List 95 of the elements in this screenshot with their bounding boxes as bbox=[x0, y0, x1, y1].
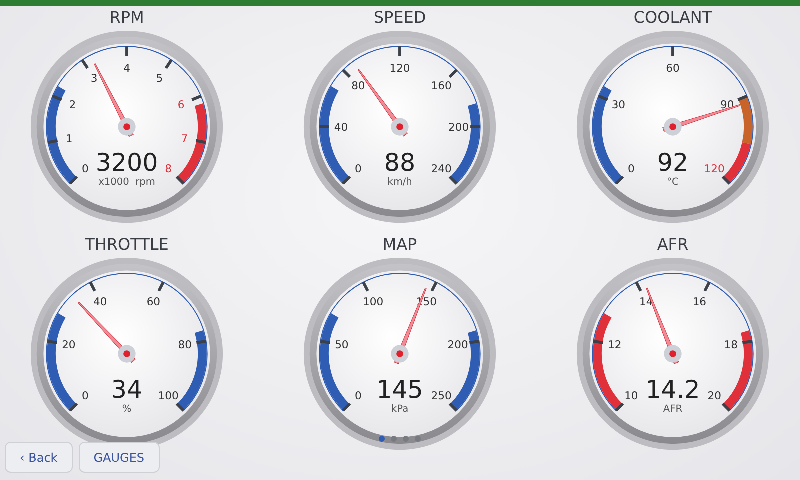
scale-label: 200 bbox=[448, 338, 468, 352]
scale-tick bbox=[48, 139, 58, 144]
gauge-title: THROTTLE bbox=[85, 235, 169, 255]
scale-tick bbox=[158, 282, 165, 292]
gauge-unit: AFR bbox=[663, 404, 683, 415]
scale-tick bbox=[126, 46, 128, 56]
scale-tick bbox=[635, 282, 642, 292]
scale-tick bbox=[398, 46, 402, 56]
scale-label: 16 bbox=[692, 296, 707, 309]
scale-label: 200 bbox=[448, 120, 470, 134]
scale-tick bbox=[52, 94, 62, 102]
gauge-title: AFR bbox=[657, 235, 689, 255]
gauge-value: 34 bbox=[111, 375, 143, 404]
gauge-value: 3200 bbox=[96, 148, 158, 178]
scale-label: 60 bbox=[666, 62, 680, 76]
scale-label: 8 bbox=[165, 162, 172, 176]
scale-tick bbox=[469, 340, 480, 344]
scale-label: 120 bbox=[390, 62, 410, 76]
scale-label: 7 bbox=[181, 132, 188, 146]
scale-tick bbox=[196, 139, 206, 144]
gauge-title: SPEED bbox=[374, 8, 426, 28]
scale-tick bbox=[192, 94, 202, 102]
scale-label: 50 bbox=[335, 338, 349, 352]
scale-label: 60 bbox=[146, 296, 161, 309]
scale-tick bbox=[615, 176, 624, 185]
scale-label: 100 bbox=[158, 390, 179, 402]
scale-label: 6 bbox=[178, 98, 185, 112]
gauge-title: COOLANT bbox=[634, 8, 712, 28]
scale-tick bbox=[448, 402, 458, 412]
scale-tick bbox=[176, 402, 185, 412]
scale-label: 160 bbox=[431, 79, 452, 92]
scale-label: 30 bbox=[612, 98, 626, 112]
scale-tick bbox=[320, 340, 331, 344]
scale-tick bbox=[164, 59, 173, 70]
scale-tick bbox=[470, 126, 480, 128]
nav-button[interactable]: GAUGES bbox=[78, 442, 160, 473]
scale-label: 18 bbox=[724, 338, 738, 352]
scale-label: 250 bbox=[431, 390, 452, 402]
scale-tick bbox=[342, 176, 352, 185]
gauge-unit: kPa bbox=[391, 404, 409, 415]
scale-label: 1 bbox=[66, 132, 73, 146]
scale-tick bbox=[89, 282, 96, 292]
scale-label: 100 bbox=[363, 296, 384, 309]
scale-tick bbox=[593, 340, 604, 344]
scale-tick bbox=[69, 176, 78, 185]
scale-label: 0 bbox=[82, 390, 89, 402]
scale-tick bbox=[342, 402, 352, 412]
scale-label: 40 bbox=[93, 296, 108, 309]
scale-label: 80 bbox=[352, 79, 366, 92]
gauge-title: MAP bbox=[382, 235, 418, 255]
scale-tick bbox=[448, 69, 458, 78]
scale-label: 20 bbox=[62, 338, 76, 352]
scale-label: 0 bbox=[355, 162, 362, 176]
scale-label: 2 bbox=[69, 98, 76, 112]
gauge-unit: km/h bbox=[388, 176, 412, 188]
scale-tick bbox=[176, 176, 185, 185]
scale-tick bbox=[738, 94, 748, 102]
scale-label: 80 bbox=[178, 338, 192, 352]
scale-tick bbox=[722, 402, 731, 412]
scale-tick bbox=[320, 126, 330, 128]
gauge-unit: °C bbox=[667, 176, 679, 188]
scale-tick bbox=[598, 94, 608, 102]
scale-tick bbox=[672, 46, 674, 56]
scale-tick bbox=[362, 282, 370, 292]
scale-tick bbox=[69, 402, 78, 412]
scale-label: 3 bbox=[90, 72, 98, 86]
scale-tick bbox=[81, 59, 90, 70]
scale-label: 5 bbox=[156, 72, 164, 86]
scale-label: 240 bbox=[431, 162, 452, 176]
scale-label: 20 bbox=[708, 390, 722, 402]
scale-label: 0 bbox=[628, 162, 635, 176]
scale-label: 12 bbox=[608, 338, 622, 352]
gauge-unit: x1000 rpm bbox=[98, 176, 156, 188]
scale-label: 40 bbox=[334, 120, 348, 134]
scale-tick bbox=[704, 282, 711, 292]
gauge-unit: % bbox=[122, 404, 132, 415]
scale-label: 0 bbox=[82, 162, 89, 176]
gauge-value: 92 bbox=[657, 148, 689, 178]
gauge-title: RPM bbox=[110, 8, 144, 28]
scale-tick bbox=[47, 340, 58, 344]
gauge-value: 145 bbox=[376, 375, 424, 404]
scale-label: 120 bbox=[704, 162, 725, 176]
gauge-value: 14.2 bbox=[646, 375, 700, 404]
scale-tick bbox=[615, 402, 624, 412]
scale-tick bbox=[448, 176, 458, 185]
scale-tick bbox=[430, 282, 438, 292]
scale-tick bbox=[722, 176, 731, 185]
nav-button[interactable]: ‹ Back bbox=[5, 442, 73, 473]
scale-label: 0 bbox=[355, 390, 362, 402]
gauge-value: 88 bbox=[384, 148, 416, 178]
scale-tick bbox=[742, 340, 753, 344]
scale-tick bbox=[196, 340, 207, 344]
scale-label: 10 bbox=[624, 390, 638, 402]
scale-tick bbox=[342, 69, 352, 78]
scale-label: 4 bbox=[124, 62, 130, 76]
